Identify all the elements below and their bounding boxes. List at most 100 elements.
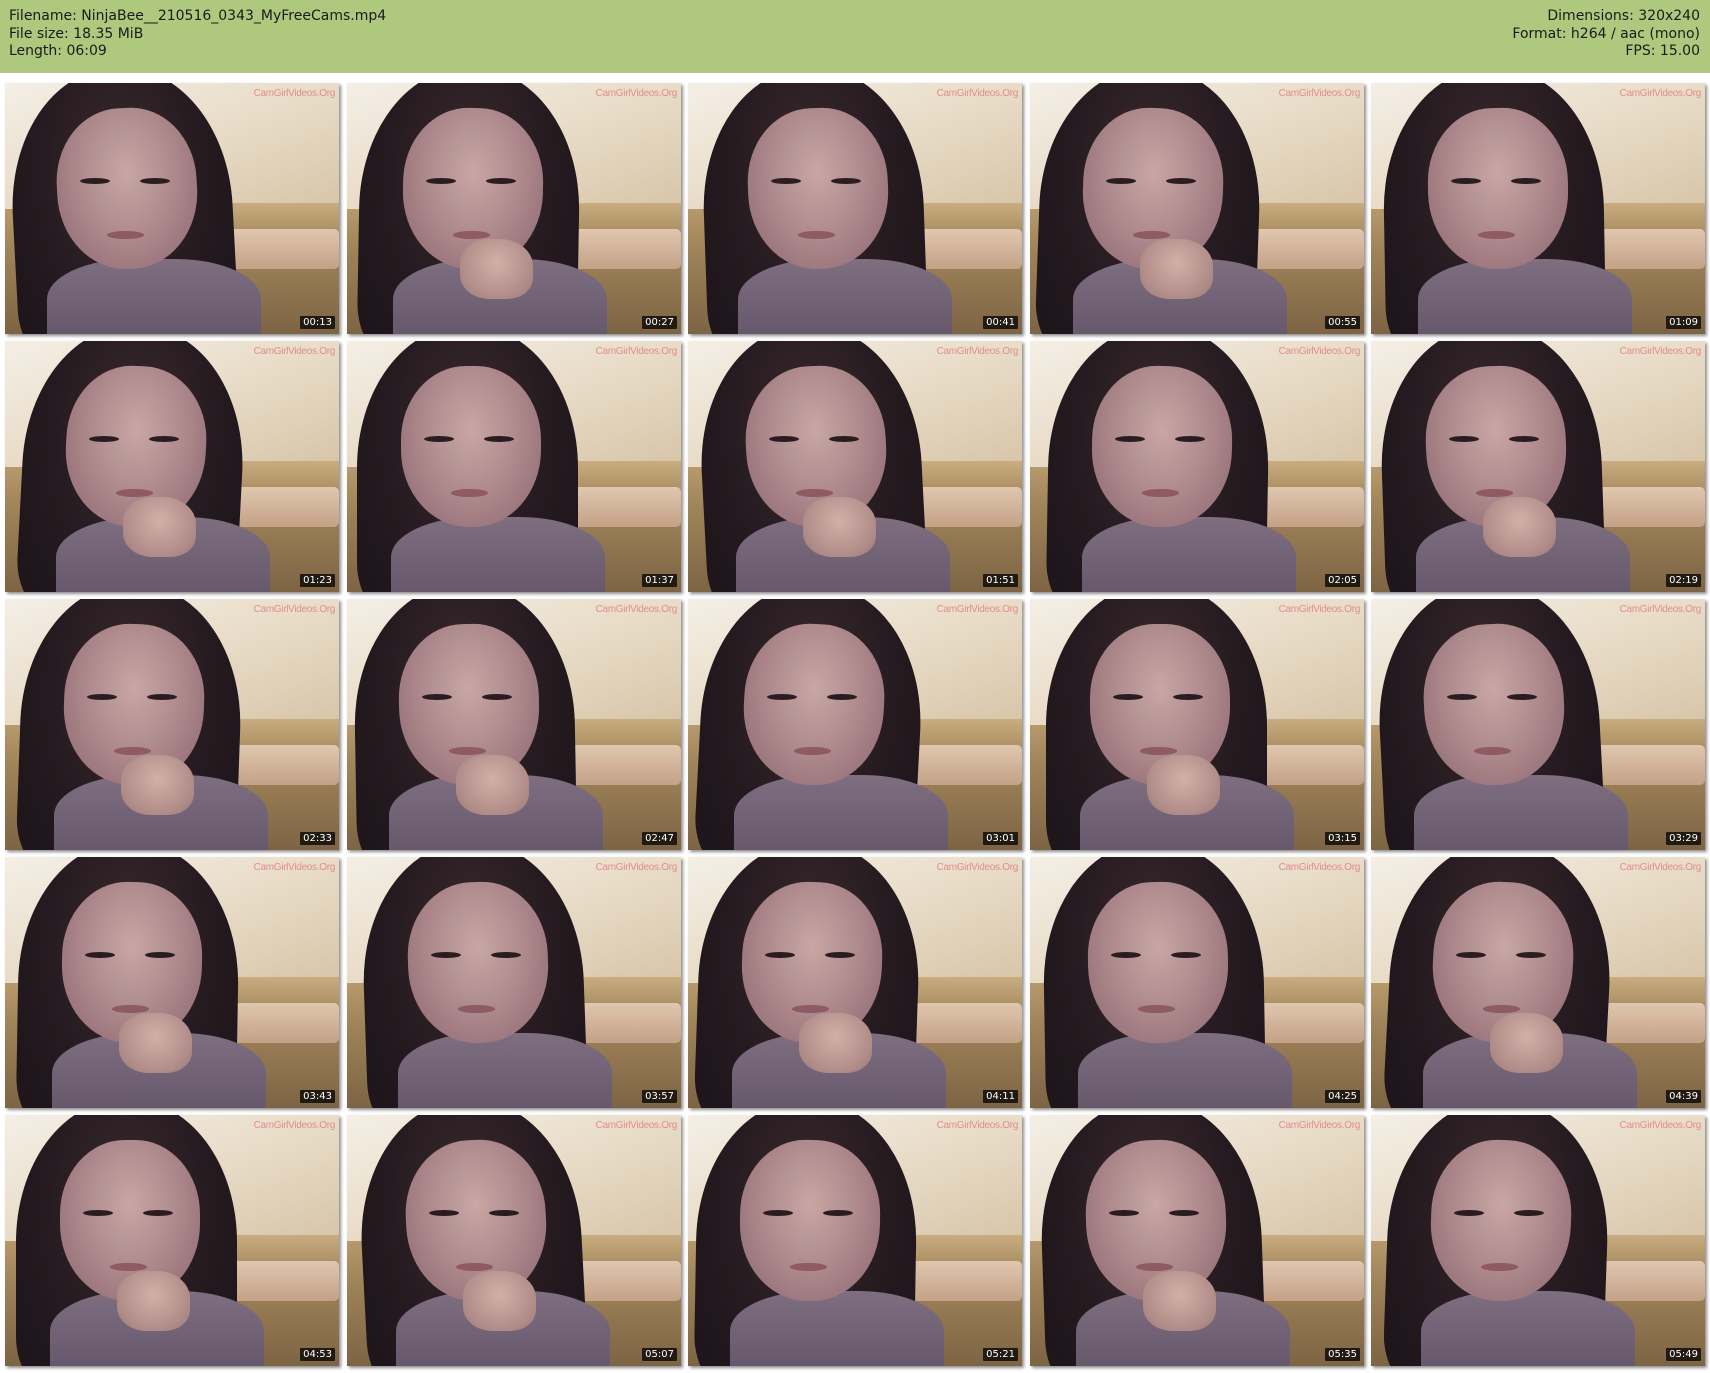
video-thumbnail[interactable]: CamGirlVideos.Org 05:07	[347, 1115, 681, 1366]
timestamp-label: 02:33	[300, 832, 335, 845]
frame-image	[347, 599, 681, 850]
watermark-text: CamGirlVideos.Org	[253, 604, 336, 615]
frame-image	[1030, 83, 1364, 334]
frame-image	[688, 341, 1022, 592]
video-thumbnail[interactable]: CamGirlVideos.Org 04:53	[5, 1115, 339, 1366]
watermark-text: CamGirlVideos.Org	[1619, 346, 1702, 357]
watermark-text: CamGirlVideos.Org	[1619, 862, 1702, 873]
watermark-text: CamGirlVideos.Org	[1278, 604, 1361, 615]
video-thumbnail[interactable]: CamGirlVideos.Org 01:09	[1371, 83, 1705, 334]
timestamp-label: 02:47	[642, 832, 677, 845]
frame-image	[1030, 599, 1364, 850]
timestamp-label: 02:05	[1325, 574, 1360, 587]
video-thumbnail[interactable]: CamGirlVideos.Org 04:25	[1030, 857, 1364, 1108]
frame-image	[688, 599, 1022, 850]
timestamp-label: 05:07	[642, 1348, 677, 1361]
timestamp-label: 05:35	[1325, 1348, 1360, 1361]
watermark-text: CamGirlVideos.Org	[253, 862, 336, 873]
watermark-text: CamGirlVideos.Org	[253, 346, 336, 357]
frame-image	[347, 857, 681, 1108]
timestamp-label: 03:29	[1666, 832, 1701, 845]
timestamp-label: 00:13	[300, 316, 335, 329]
video-thumbnail[interactable]: CamGirlVideos.Org 03:57	[347, 857, 681, 1108]
watermark-text: CamGirlVideos.Org	[253, 1120, 336, 1131]
video-thumbnail[interactable]: CamGirlVideos.Org 01:23	[5, 341, 339, 592]
frame-image	[1371, 857, 1705, 1108]
watermark-text: CamGirlVideos.Org	[936, 862, 1019, 873]
thumbnail-grid: CamGirlVideos.Org 00:13 CamGirlVideos.Org 0…	[0, 0, 1710, 1373]
timestamp-label: 05:21	[983, 1348, 1018, 1361]
frame-image	[1030, 857, 1364, 1108]
frame-image	[688, 1115, 1022, 1366]
frame-image	[1371, 599, 1705, 850]
timestamp-label: 03:57	[642, 1090, 677, 1103]
timestamp-label: 03:43	[300, 1090, 335, 1103]
watermark-text: CamGirlVideos.Org	[936, 88, 1019, 99]
timestamp-label: 04:53	[300, 1348, 335, 1361]
watermark-text: CamGirlVideos.Org	[936, 1120, 1019, 1131]
frame-image	[5, 1115, 339, 1366]
watermark-text: CamGirlVideos.Org	[1278, 346, 1361, 357]
frame-image	[688, 857, 1022, 1108]
watermark-text: CamGirlVideos.Org	[595, 604, 678, 615]
timestamp-label: 00:41	[983, 316, 1018, 329]
timestamp-label: 04:11	[983, 1090, 1018, 1103]
video-thumbnail[interactable]: CamGirlVideos.Org 02:05	[1030, 341, 1364, 592]
video-thumbnail[interactable]: CamGirlVideos.Org 02:33	[5, 599, 339, 850]
video-thumbnail[interactable]: CamGirlVideos.Org 03:15	[1030, 599, 1364, 850]
video-thumbnail[interactable]: CamGirlVideos.Org 03:29	[1371, 599, 1705, 850]
watermark-text: CamGirlVideos.Org	[595, 862, 678, 873]
watermark-text: CamGirlVideos.Org	[595, 88, 678, 99]
frame-image	[1030, 341, 1364, 592]
timestamp-label: 03:01	[983, 832, 1018, 845]
frame-image	[347, 83, 681, 334]
video-thumbnail[interactable]: CamGirlVideos.Org 04:11	[688, 857, 1022, 1108]
video-thumbnail[interactable]: CamGirlVideos.Org 05:35	[1030, 1115, 1364, 1366]
video-thumbnail[interactable]: CamGirlVideos.Org 02:19	[1371, 341, 1705, 592]
frame-image	[5, 83, 339, 334]
watermark-text: CamGirlVideos.Org	[595, 1120, 678, 1131]
watermark-text: CamGirlVideos.Org	[1619, 604, 1702, 615]
video-thumbnail[interactable]: CamGirlVideos.Org 05:21	[688, 1115, 1022, 1366]
frame-image	[347, 1115, 681, 1366]
timestamp-label: 04:39	[1666, 1090, 1701, 1103]
timestamp-label: 05:49	[1666, 1348, 1701, 1361]
timestamp-label: 00:27	[642, 316, 677, 329]
frame-image	[5, 599, 339, 850]
timestamp-label: 03:15	[1325, 832, 1360, 845]
watermark-text: CamGirlVideos.Org	[1278, 88, 1361, 99]
frame-image	[5, 857, 339, 1108]
watermark-text: CamGirlVideos.Org	[1278, 862, 1361, 873]
video-thumbnail[interactable]: CamGirlVideos.Org 04:39	[1371, 857, 1705, 1108]
watermark-text: CamGirlVideos.Org	[936, 346, 1019, 357]
frame-image	[5, 341, 339, 592]
video-thumbnail[interactable]: CamGirlVideos.Org 02:47	[347, 599, 681, 850]
watermark-text: CamGirlVideos.Org	[936, 604, 1019, 615]
timestamp-label: 01:09	[1666, 316, 1701, 329]
frame-image	[1371, 341, 1705, 592]
frame-image	[1371, 83, 1705, 334]
frame-image	[688, 83, 1022, 334]
watermark-text: CamGirlVideos.Org	[1278, 1120, 1361, 1131]
video-thumbnail[interactable]: CamGirlVideos.Org 00:41	[688, 83, 1022, 334]
frame-image	[1030, 1115, 1364, 1366]
video-thumbnail[interactable]: CamGirlVideos.Org 00:27	[347, 83, 681, 334]
video-thumbnail[interactable]: CamGirlVideos.Org 03:01	[688, 599, 1022, 850]
watermark-text: CamGirlVideos.Org	[1619, 1120, 1702, 1131]
video-thumbnail[interactable]: CamGirlVideos.Org 00:13	[5, 83, 339, 334]
video-thumbnail[interactable]: CamGirlVideos.Org 01:37	[347, 341, 681, 592]
video-thumbnail[interactable]: CamGirlVideos.Org 01:51	[688, 341, 1022, 592]
video-thumbnail[interactable]: CamGirlVideos.Org 03:43	[5, 857, 339, 1108]
timestamp-label: 00:55	[1325, 316, 1360, 329]
video-thumbnail[interactable]: CamGirlVideos.Org 05:49	[1371, 1115, 1705, 1366]
timestamp-label: 01:37	[642, 574, 677, 587]
frame-image	[1371, 1115, 1705, 1366]
timestamp-label: 01:23	[300, 574, 335, 587]
watermark-text: CamGirlVideos.Org	[253, 88, 336, 99]
watermark-text: CamGirlVideos.Org	[1619, 88, 1702, 99]
frame-image	[347, 341, 681, 592]
video-thumbnail[interactable]: CamGirlVideos.Org 00:55	[1030, 83, 1364, 334]
timestamp-label: 04:25	[1325, 1090, 1360, 1103]
timestamp-label: 02:19	[1666, 574, 1701, 587]
watermark-text: CamGirlVideos.Org	[595, 346, 678, 357]
